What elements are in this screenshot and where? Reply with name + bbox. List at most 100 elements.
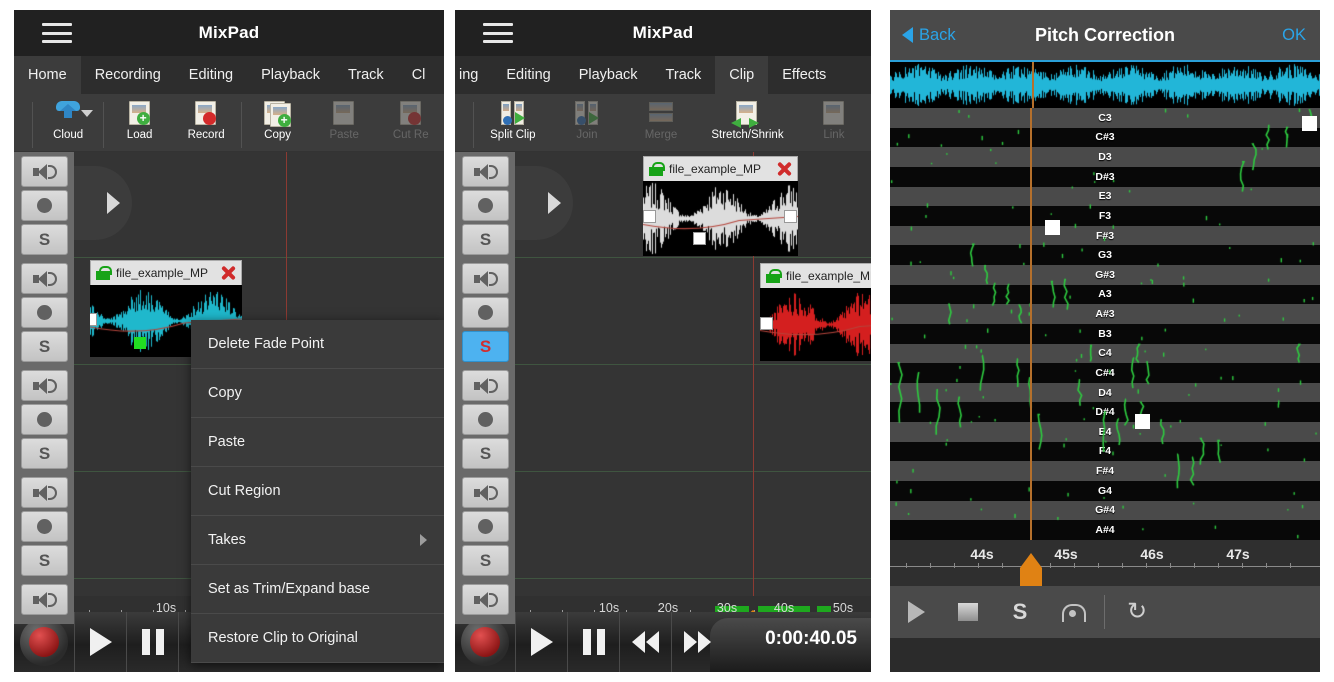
track-4-mute-button[interactable] (462, 477, 509, 508)
track-1-arm-button[interactable] (21, 190, 68, 221)
tab-home[interactable]: Home (14, 56, 81, 94)
pitch-overview-waveform[interactable] (890, 60, 1320, 108)
track-3-mute-button[interactable] (462, 370, 509, 401)
pitch-row-Csharp4[interactable]: C#4 (890, 363, 1320, 383)
track-3-arm-button[interactable] (462, 404, 509, 435)
pitch-row-G3[interactable]: G3 (890, 245, 1320, 265)
lock-open-icon[interactable] (648, 162, 665, 176)
timeline-canvas-panel2[interactable]: file_example_MP file_example_MP (515, 152, 871, 624)
pitch-row-Dsharp3[interactable]: D#3 (890, 166, 1320, 187)
pitch-row-F4[interactable]: F4 (890, 441, 1320, 462)
play-button[interactable] (890, 601, 942, 623)
rewind-button[interactable] (619, 612, 671, 672)
clip-waveform[interactable] (643, 181, 798, 256)
track-4-solo-button[interactable]: S (21, 545, 68, 576)
fast-forward-button[interactable] (671, 612, 723, 672)
ribbon-button-stretch-shrink[interactable]: Stretch/Shrink (698, 98, 797, 141)
close-icon[interactable] (219, 264, 237, 282)
pitch-node-handle[interactable] (1045, 220, 1060, 235)
pitch-row-C3[interactable]: C3 (890, 108, 1320, 128)
pitch-time-ruler[interactable]: 44s 45s 46s 47s (890, 540, 1320, 586)
track-3-mute-button[interactable] (21, 370, 68, 401)
play-button[interactable] (515, 612, 567, 672)
ribbon-button-cut-region[interactable]: Cut Re (377, 98, 444, 141)
tab-editing[interactable]: Editing (175, 56, 247, 94)
tab-track[interactable]: Track (334, 56, 398, 94)
pause-button[interactable] (567, 612, 619, 672)
clip-track2-panel2[interactable]: file_example_MP (760, 263, 871, 361)
record-button[interactable] (461, 618, 509, 666)
close-icon[interactable] (775, 160, 793, 178)
clip-header[interactable]: file_example_MP (90, 260, 242, 285)
clip-header[interactable]: file_example_MP (760, 263, 871, 288)
pitch-row-Fsharp4[interactable]: F#4 (890, 461, 1320, 481)
track-3-arm-button[interactable] (21, 404, 68, 435)
tab-playback[interactable]: Playback (565, 56, 652, 94)
ribbon-button-merge[interactable]: Merge (624, 98, 698, 141)
ribbon-button-copy[interactable]: Copy (244, 98, 311, 141)
loop-button[interactable]: ↻ (1111, 600, 1163, 624)
record-button[interactable] (20, 618, 68, 666)
ribbon-button-join[interactable]: Join (550, 98, 624, 141)
tab-recording[interactable]: Recording (81, 56, 175, 94)
chevron-down-icon[interactable] (81, 110, 94, 117)
ribbon-button-link[interactable]: Link (797, 98, 871, 141)
clip-left-handle[interactable] (760, 317, 773, 330)
tab-recording-partial[interactable]: ing (455, 56, 492, 94)
solo-button[interactable]: S (994, 599, 1046, 625)
ribbon-button-record[interactable]: Record (173, 98, 240, 141)
pitch-row-E3[interactable]: E3 (890, 186, 1320, 207)
track-1-solo-button[interactable]: S (21, 224, 68, 255)
clip-header[interactable]: file_example_MP (643, 156, 798, 181)
track-5-mute-button[interactable] (462, 584, 509, 615)
clip-context-menu[interactable]: Delete Fade Point Copy Paste Cut Region … (191, 320, 444, 663)
play-button[interactable] (74, 612, 126, 672)
tab-editing[interactable]: Editing (492, 56, 564, 94)
track-2-mute-button[interactable] (462, 263, 509, 294)
clip-left-handle[interactable] (643, 210, 656, 223)
track-2-arm-button[interactable] (462, 297, 509, 328)
track-1-mute-button[interactable] (21, 156, 68, 187)
lock-open-icon[interactable] (765, 269, 782, 283)
tab-track[interactable]: Track (652, 56, 716, 94)
pitch-row-Csharp3[interactable]: C#3 (890, 127, 1320, 148)
ribbon-button-load[interactable]: Load (106, 98, 173, 141)
track-4-arm-button[interactable] (462, 511, 509, 542)
ribbon-button-paste[interactable]: Paste (311, 98, 378, 141)
fade-point-handle[interactable] (693, 232, 706, 245)
pitch-row-D3[interactable]: D3 (890, 147, 1320, 167)
pitch-row-Gsharp4[interactable]: G#4 (890, 500, 1320, 521)
hamburger-icon[interactable] (483, 23, 513, 43)
pitch-node-handle[interactable] (1302, 116, 1317, 131)
tab-playback[interactable]: Playback (247, 56, 334, 94)
ok-button[interactable]: OK (1282, 26, 1320, 45)
track-2-mute-button[interactable] (21, 263, 68, 294)
menu-item-set-trim-expand-base[interactable]: Set as Trim/Expand base (191, 565, 444, 614)
menu-item-paste[interactable]: Paste (191, 418, 444, 467)
clip-waveform[interactable] (760, 288, 871, 361)
stop-button[interactable] (942, 603, 994, 621)
back-button[interactable]: Back (890, 26, 956, 45)
pitch-playhead-marker[interactable] (1020, 553, 1042, 586)
track-1-mute-button[interactable] (462, 156, 509, 187)
pitch-row-D4[interactable]: D4 (890, 382, 1320, 403)
track-3-solo-button[interactable]: S (21, 438, 68, 469)
track-3-solo-button[interactable]: S (462, 438, 509, 469)
pitch-row-Asharp4[interactable]: A#4 (890, 520, 1320, 540)
track-1-solo-button[interactable]: S (462, 224, 509, 255)
tab-clip[interactable]: Clip (715, 56, 769, 94)
pause-button[interactable] (126, 612, 178, 672)
tab-effects[interactable]: Effects (768, 56, 840, 94)
track-5-mute-button[interactable] (21, 584, 68, 615)
track-4-arm-button[interactable] (21, 511, 68, 542)
track-1-arm-button[interactable] (462, 190, 509, 221)
menu-item-copy[interactable]: Copy (191, 369, 444, 418)
track-4-mute-button[interactable] (21, 477, 68, 508)
pitch-row-F3[interactable]: F3 (890, 206, 1320, 226)
clip-track1-panel2[interactable]: file_example_MP (643, 156, 798, 256)
pitch-row-A3[interactable]: A3 (890, 284, 1320, 305)
pitch-row-E4[interactable]: E4 (890, 422, 1320, 442)
menu-item-restore-clip-original[interactable]: Restore Clip to Original (191, 614, 444, 663)
track-2-solo-button[interactable]: S (462, 331, 509, 362)
track-2-solo-button[interactable]: S (21, 331, 68, 362)
